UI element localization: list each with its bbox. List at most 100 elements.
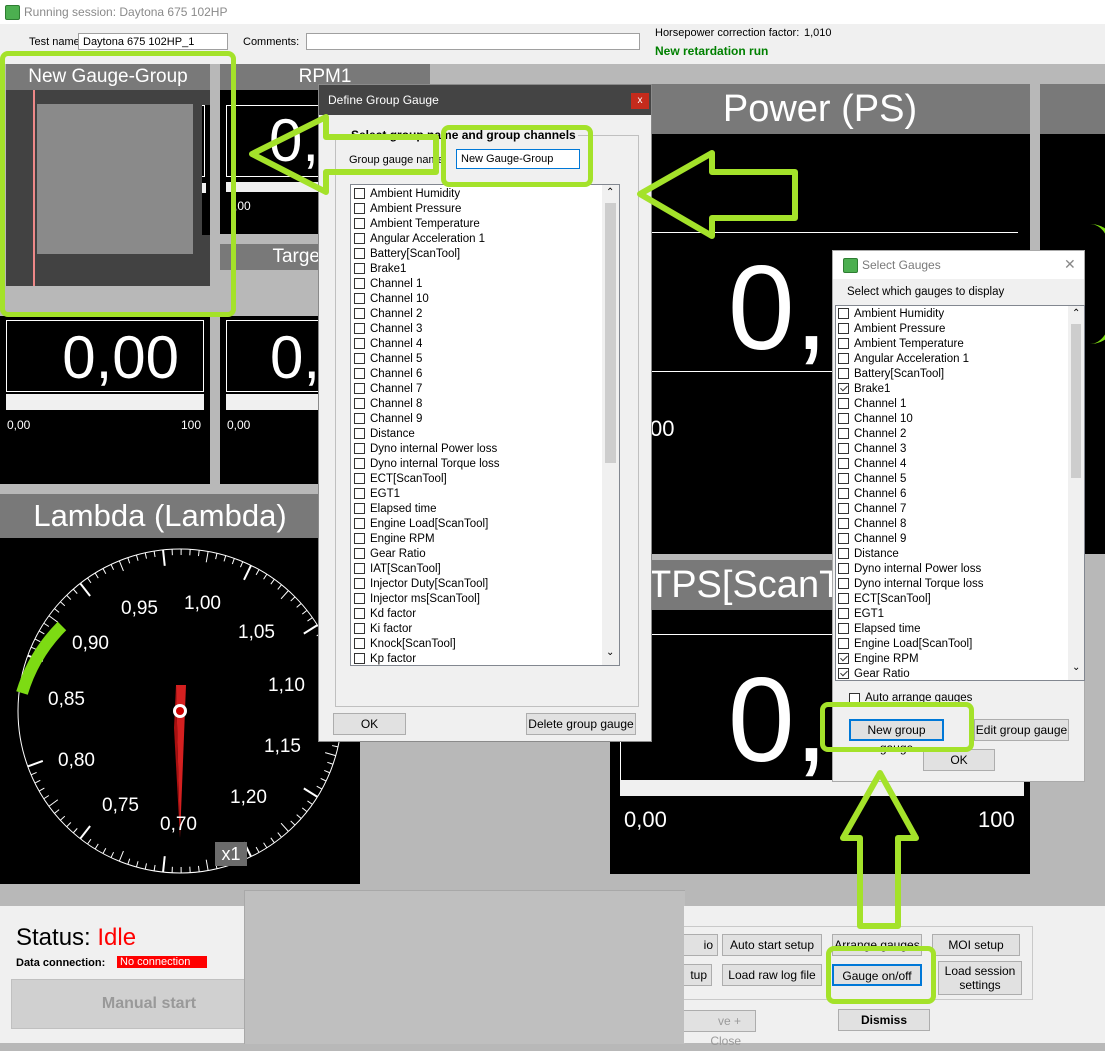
gauge-checkbox[interactable] xyxy=(838,323,849,334)
gauge-checkbox[interactable] xyxy=(838,653,849,664)
gauge-list-item[interactable]: Ambient Temperature xyxy=(838,336,1068,351)
gauge-checkbox[interactable] xyxy=(838,623,849,634)
define-channel-checkbox[interactable] xyxy=(354,368,365,379)
define-channel-checkbox[interactable] xyxy=(354,518,365,529)
select-ok-button[interactable]: OK xyxy=(923,749,995,771)
define-channel-checkbox[interactable] xyxy=(354,548,365,559)
gauge-checkbox[interactable] xyxy=(838,593,849,604)
define-channel-checkbox[interactable] xyxy=(354,638,365,649)
gauge-list-scroll-thumb[interactable] xyxy=(1071,324,1081,478)
dismiss-button[interactable]: Dismiss xyxy=(838,1009,930,1031)
define-channel-checkbox[interactable] xyxy=(354,203,365,214)
define-channel-checkbox[interactable] xyxy=(354,653,365,664)
moi-setup-button[interactable]: MOI setup xyxy=(932,934,1020,956)
gauge-checkbox[interactable] xyxy=(838,668,849,679)
define-channel-item[interactable]: Angular Acceleration 1 xyxy=(354,231,600,246)
define-channel-checkbox[interactable] xyxy=(354,398,365,409)
define-channel-item[interactable]: IAT[ScanTool] xyxy=(354,561,600,576)
define-channel-item[interactable]: Channel 2 xyxy=(354,306,600,321)
define-channel-checkbox[interactable] xyxy=(354,623,365,634)
define-channel-item[interactable]: Kp factor xyxy=(354,651,600,666)
gauge-checkbox[interactable] xyxy=(838,443,849,454)
define-channel-item[interactable]: Channel 3 xyxy=(354,321,600,336)
define-channel-item[interactable]: Channel 6 xyxy=(354,366,600,381)
test-name-field[interactable]: Daytona 675 102HP_1 xyxy=(78,33,228,50)
define-channel-item[interactable]: Kd factor xyxy=(354,606,600,621)
define-channel-checkbox[interactable] xyxy=(354,293,365,304)
gauge-list-item[interactable]: Dyno internal Power loss xyxy=(838,561,1068,576)
gauge-list-item[interactable]: Engine Load[ScanTool] xyxy=(838,636,1068,651)
gauge-checkbox[interactable] xyxy=(838,458,849,469)
load-session-settings-button[interactable]: Load session settings xyxy=(938,961,1022,995)
define-channel-item[interactable]: Knock[ScanTool] xyxy=(354,636,600,651)
define-channel-item[interactable]: ECT[ScanTool] xyxy=(354,471,600,486)
define-channel-checkbox[interactable] xyxy=(354,503,365,514)
gauge-checkbox[interactable] xyxy=(838,383,849,394)
gauge-list-item[interactable]: Channel 10 xyxy=(838,411,1068,426)
gauge-list-item[interactable]: Channel 8 xyxy=(838,516,1068,531)
comments-field[interactable] xyxy=(306,33,640,50)
auto-start-setup-button[interactable]: Auto start setup xyxy=(722,934,822,956)
define-list-scroll-thumb[interactable] xyxy=(605,203,616,463)
gauge-list-item[interactable]: Channel 4 xyxy=(838,456,1068,471)
define-channel-checkbox[interactable] xyxy=(354,308,365,319)
define-list-scrollbar[interactable]: ⌃ ⌄ xyxy=(602,185,619,665)
define-channel-checkbox[interactable] xyxy=(354,218,365,229)
define-channel-item[interactable]: Channel 4 xyxy=(354,336,600,351)
define-channel-checkbox[interactable] xyxy=(354,383,365,394)
gauge-checkbox[interactable] xyxy=(838,548,849,559)
define-channel-checkbox[interactable] xyxy=(354,578,365,589)
gauge-checkbox[interactable] xyxy=(838,638,849,649)
define-channel-item[interactable]: Ambient Humidity xyxy=(354,186,600,201)
gauge-checkbox[interactable] xyxy=(838,473,849,484)
define-channel-item[interactable]: Injector Duty[ScanTool] xyxy=(354,576,600,591)
define-channel-item[interactable]: Battery[ScanTool] xyxy=(354,246,600,261)
define-channel-item[interactable]: Engine Load[ScanTool] xyxy=(354,516,600,531)
gauge-checkbox[interactable] xyxy=(838,518,849,529)
define-channel-checkbox[interactable] xyxy=(354,413,365,424)
gauge-checkbox[interactable] xyxy=(838,563,849,574)
gauge-list-item[interactable]: ECT[ScanTool] xyxy=(838,591,1068,606)
gauge-list-item[interactable]: Ambient Pressure xyxy=(838,321,1068,336)
setup-button[interactable]: tup xyxy=(684,964,712,986)
define-channel-checkbox[interactable] xyxy=(354,233,365,244)
load-raw-log-button[interactable]: Load raw log file xyxy=(722,964,822,986)
gauge-checkbox[interactable] xyxy=(838,368,849,379)
gauge-list-item[interactable]: Channel 7 xyxy=(838,501,1068,516)
gauge-list-item[interactable]: Channel 2 xyxy=(838,426,1068,441)
gauge-checkbox[interactable] xyxy=(838,503,849,514)
select-dialog-close-icon[interactable]: ✕ xyxy=(1064,256,1076,273)
define-ok-button[interactable]: OK xyxy=(333,713,406,735)
delete-group-gauge-button[interactable]: Delete group gauge xyxy=(526,713,636,735)
gauge-checkbox[interactable] xyxy=(838,398,849,409)
gauge-list-item[interactable]: Channel 9 xyxy=(838,531,1068,546)
define-channel-item[interactable]: Ki factor xyxy=(354,621,600,636)
define-channel-checkbox[interactable] xyxy=(354,323,365,334)
define-channel-checkbox[interactable] xyxy=(354,488,365,499)
define-channel-checkbox[interactable] xyxy=(354,338,365,349)
define-channel-checkbox[interactable] xyxy=(354,593,365,604)
gauge-checkbox[interactable] xyxy=(838,608,849,619)
chevron-up-icon[interactable]: ⌃ xyxy=(1072,308,1080,319)
define-channel-item[interactable]: Gear Ratio xyxy=(354,546,600,561)
gauge-checkbox[interactable] xyxy=(838,338,849,349)
gauge-list-item[interactable]: Dyno internal Torque loss xyxy=(838,576,1068,591)
define-channel-checkbox[interactable] xyxy=(354,533,365,544)
define-channel-item[interactable]: Channel 5 xyxy=(354,351,600,366)
define-channel-item[interactable]: Distance xyxy=(354,426,600,441)
gauge-list-item[interactable]: Angular Acceleration 1 xyxy=(838,351,1068,366)
edit-group-gauge-button[interactable]: Edit group gauge xyxy=(974,719,1069,741)
define-channel-item[interactable]: Elapsed time xyxy=(354,501,600,516)
define-channel-item[interactable]: Engine RPM xyxy=(354,531,600,546)
save-close-button[interactable]: ve + Close xyxy=(684,1010,756,1032)
gauge-list-item[interactable]: Distance xyxy=(838,546,1068,561)
gauge-checkbox[interactable] xyxy=(838,353,849,364)
gauge-list-item[interactable]: Brake1 xyxy=(838,381,1068,396)
define-channel-checkbox[interactable] xyxy=(354,608,365,619)
define-channel-item[interactable]: Brake1 xyxy=(354,261,600,276)
gauge-list-item[interactable]: Channel 6 xyxy=(838,486,1068,501)
chevron-down-icon[interactable]: ⌄ xyxy=(1072,662,1080,673)
define-channel-checkbox[interactable] xyxy=(354,458,365,469)
gauge-checkbox[interactable] xyxy=(838,578,849,589)
define-channel-item[interactable]: Channel 7 xyxy=(354,381,600,396)
